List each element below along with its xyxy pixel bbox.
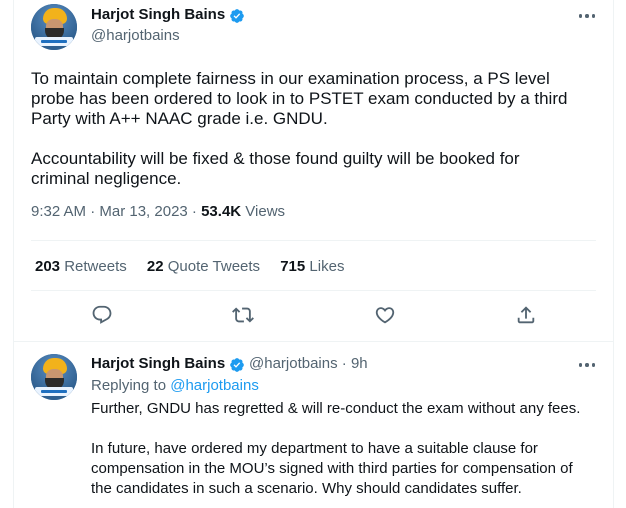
retweets-stat[interactable]: 203 Retweets: [35, 258, 127, 275]
reply-header: Harjot Singh Bains: [91, 355, 225, 372]
more-icon[interactable]: [576, 356, 598, 374]
divider: [13, 341, 614, 342]
author-name[interactable]: Harjot Singh Bains: [91, 6, 225, 23]
verified-icon: [230, 9, 244, 23]
tweet-timestamp[interactable]: 9:32 AM · Mar 13, 2023 ·: [31, 203, 201, 220]
reply-text-line: Further, GNDU has regretted & will re-co…: [91, 400, 581, 417]
replying-to-handle-link[interactable]: @harjotbains: [170, 377, 259, 394]
tweet-text-line: To maintain complete fairness in our exa…: [31, 69, 550, 88]
views-count: 53.4K: [201, 203, 242, 220]
avatar[interactable]: [31, 4, 77, 50]
author-handle[interactable]: @harjotbains: [91, 27, 180, 44]
quote-tweets-stat[interactable]: 22 Quote Tweets: [147, 258, 260, 275]
tweet-text-line: probe has been ordered to look in to PST…: [31, 89, 568, 108]
retweet-icon[interactable]: [232, 304, 256, 328]
reply-text-line: the candidates in such a scenario. Why s…: [91, 480, 522, 497]
verified-icon: [230, 358, 244, 372]
tweet-meta: 9:32 AM · Mar 13, 2023 · 53.4K Views: [31, 203, 285, 220]
reply-author-handle[interactable]: @harjotbains: [249, 355, 338, 372]
engagement-stats: 203 Retweets 22 Quote Tweets 715 Likes: [35, 258, 360, 275]
tweet-text-line: Party with A++ NAAC grade i.e. GNDU.: [31, 109, 328, 128]
divider: [31, 240, 596, 241]
divider: [31, 290, 596, 291]
reply-text-line: compensation in the MOU’s signed with th…: [91, 460, 573, 477]
views-label: Views: [241, 203, 286, 220]
tweet-text-line: Accountability will be fixed & those fou…: [31, 149, 520, 168]
reply-timestamp[interactable]: · 9h: [338, 355, 368, 372]
tweet-text-line: criminal negligence.: [31, 169, 182, 188]
more-icon[interactable]: [576, 7, 598, 25]
share-icon[interactable]: [515, 304, 539, 328]
reply-handle-and-time[interactable]: @harjotbains · 9h: [249, 355, 368, 372]
reply-author-name[interactable]: Harjot Singh Bains: [91, 355, 225, 372]
replying-to: Replying to @harjotbains: [91, 377, 259, 394]
reply-avatar[interactable]: [31, 354, 77, 400]
reply-icon[interactable]: [91, 304, 115, 328]
like-icon[interactable]: [374, 304, 398, 328]
likes-stat[interactable]: 715 Likes: [280, 258, 344, 275]
reply-text-line: In future, have ordered my department to…: [91, 440, 538, 457]
